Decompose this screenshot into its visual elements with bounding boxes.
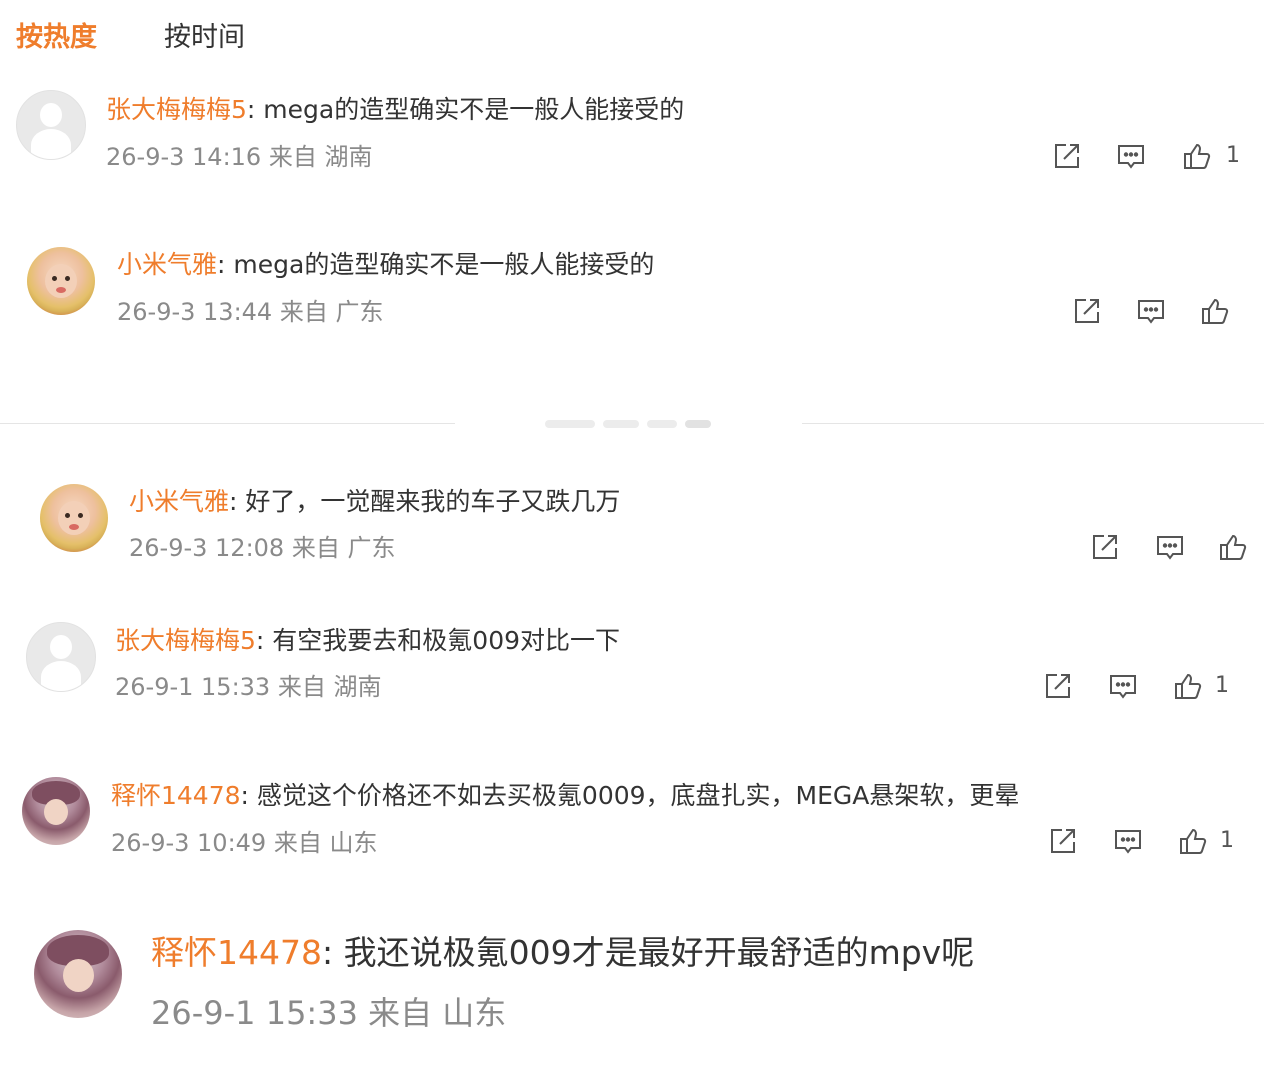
reply-button[interactable] <box>1108 671 1138 701</box>
baby-avatar[interactable] <box>40 484 108 552</box>
comment-meta: 26-9-3 10:49 来自 山东 <box>111 829 378 857</box>
collapsed-content-bar <box>545 414 715 434</box>
comment-line: 释怀14478: 我还说极氪009才是最好开最舒适的mpv呢 <box>151 930 974 976</box>
share-icon <box>1072 296 1102 326</box>
comment-actions: 1 <box>1048 826 1238 856</box>
comment-item: 张大梅梅梅5: 有空我要去和极氪009对比一下 26-9-1 15:33 来自 … <box>0 620 1264 730</box>
like-icon <box>1173 671 1203 701</box>
comment-actions <box>1090 532 1250 562</box>
comment-text: mega的造型确实不是一般人能接受的 <box>255 95 685 124</box>
colon: : <box>321 933 334 972</box>
share-icon <box>1043 671 1073 701</box>
like-button[interactable] <box>1200 296 1230 326</box>
username-link[interactable]: 张大梅梅梅5 <box>106 95 247 124</box>
girl-avatar[interactable] <box>22 777 90 845</box>
comment-icon <box>1136 296 1166 326</box>
username-link[interactable]: 释怀14478 <box>151 933 322 972</box>
comment-text: 感觉这个价格还不如去买极氪0009，底盘扎实，MEGA悬架软，更晕 <box>248 781 1020 810</box>
comment-icon <box>1113 826 1143 856</box>
default-avatar[interactable] <box>16 90 86 160</box>
like-icon <box>1182 141 1212 171</box>
baby-avatar[interactable] <box>27 247 95 315</box>
comment-icon <box>1116 141 1146 171</box>
reply-button[interactable] <box>1155 532 1185 562</box>
tab-sort-by-time[interactable]: 按时间 <box>164 18 245 58</box>
reply-button[interactable] <box>1136 296 1166 326</box>
share-icon <box>1052 141 1082 171</box>
comment-meta: 26-9-1 15:33 来自 山东 <box>151 994 507 1032</box>
like-button[interactable] <box>1173 671 1203 701</box>
like-button[interactable] <box>1178 826 1208 856</box>
comment-text: 我还说极氪009才是最好开最舒适的mpv呢 <box>333 933 975 972</box>
comment-text: 好了，一觉醒来我的车子又跌几万 <box>237 487 621 516</box>
comment-item: 释怀14478: 感觉这个价格还不如去买极氪0009，底盘扎实，MEGA悬架软，… <box>0 775 1264 885</box>
comment-meta: 26-9-3 13:44 来自 广东 <box>117 298 384 326</box>
comment-item: 小米气雅: mega的造型确实不是一般人能接受的 26-9-3 13:44 来自… <box>0 245 1264 355</box>
girl-avatar[interactable] <box>34 930 122 1018</box>
share-icon <box>1048 826 1078 856</box>
divider-left <box>0 423 455 424</box>
username-link[interactable]: 张大梅梅梅5 <box>115 626 256 655</box>
tab-sort-by-hot[interactable]: 按热度 <box>16 18 97 58</box>
comment-actions <box>1072 296 1232 326</box>
like-count: 1 <box>1215 673 1229 698</box>
share-button[interactable] <box>1072 296 1102 326</box>
comment-item: 张大梅梅梅5: mega的造型确实不是一般人能接受的 26-9-3 14:16 … <box>0 88 1264 198</box>
reply-button[interactable] <box>1113 826 1143 856</box>
comment-text: 有空我要去和极氪009对比一下 <box>264 626 621 655</box>
comment-line: 小米气雅: 好了，一觉醒来我的车子又跌几万 <box>129 484 620 520</box>
comment-icon <box>1155 532 1185 562</box>
comment-text: mega的造型确实不是一般人能接受的 <box>225 250 655 279</box>
colon: : <box>240 781 249 810</box>
like-icon <box>1200 296 1230 326</box>
like-button[interactable] <box>1218 532 1248 562</box>
comment-line: 张大梅梅梅5: 有空我要去和极氪009对比一下 <box>115 623 620 659</box>
share-button[interactable] <box>1052 141 1082 171</box>
like-icon <box>1218 532 1248 562</box>
username-link[interactable]: 小米气雅 <box>129 487 229 516</box>
username-link[interactable]: 释怀14478 <box>111 781 241 810</box>
share-icon <box>1090 532 1120 562</box>
comment-line: 张大梅梅梅5: mega的造型确实不是一般人能接受的 <box>106 92 684 128</box>
comment-actions: 1 <box>1043 671 1233 701</box>
share-button[interactable] <box>1048 826 1078 856</box>
reply-button[interactable] <box>1116 141 1146 171</box>
username-link[interactable]: 小米气雅 <box>117 250 217 279</box>
comment-meta: 26-9-3 12:08 来自 广东 <box>129 534 396 562</box>
comment-item: 释怀14478: 我还说极氪009才是最好开最舒适的mpv呢 26-9-1 15… <box>0 928 1264 1048</box>
comment-actions: 1 <box>1052 141 1242 171</box>
share-button[interactable] <box>1043 671 1073 701</box>
comment-line: 小米气雅: mega的造型确实不是一般人能接受的 <box>117 247 654 283</box>
like-count: 1 <box>1220 828 1234 853</box>
comment-item: 小米气雅: 好了，一觉醒来我的车子又跌几万 26-9-3 12:08 来自 广东 <box>0 482 1264 592</box>
share-button[interactable] <box>1090 532 1120 562</box>
like-button[interactable] <box>1182 141 1212 171</box>
comment-meta: 26-9-3 14:16 来自 湖南 <box>106 143 373 171</box>
like-count: 1 <box>1226 143 1240 168</box>
divider-right <box>802 423 1264 424</box>
comment-line: 释怀14478: 感觉这个价格还不如去买极氪0009，底盘扎实，MEGA悬架软，… <box>111 778 1019 814</box>
comment-icon <box>1108 671 1138 701</box>
default-avatar[interactable] <box>26 622 96 692</box>
like-icon <box>1178 826 1208 856</box>
comment-meta: 26-9-1 15:33 来自 湖南 <box>115 673 382 701</box>
